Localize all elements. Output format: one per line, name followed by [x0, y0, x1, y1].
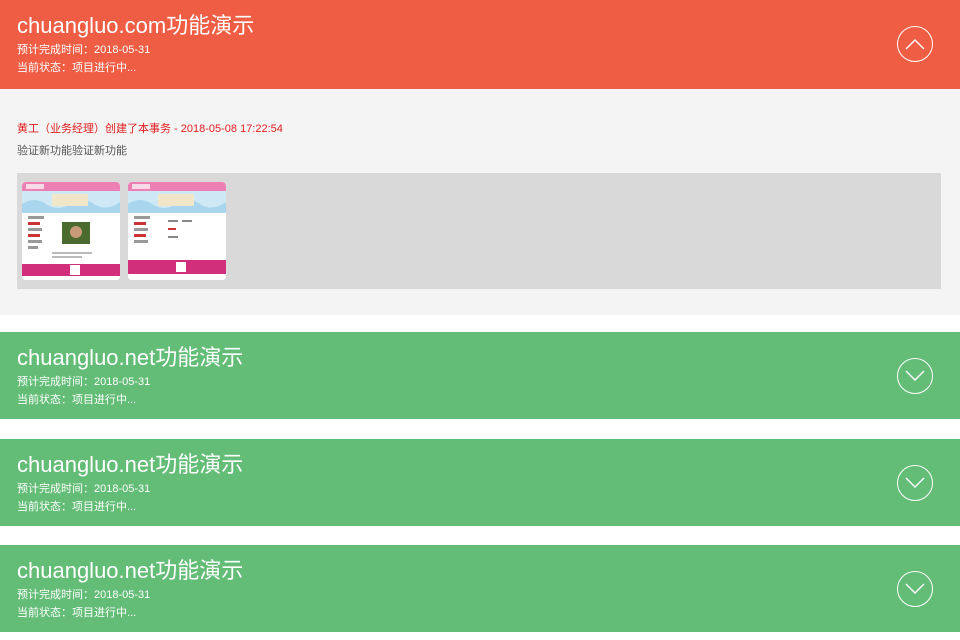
attachment-thumbnail-1[interactable] — [22, 182, 120, 280]
task-header-1[interactable]: chuangluo.com功能演示 预计完成时间：2018-05-31 当前状态… — [0, 0, 960, 89]
task-due-date: 预计完成时间：2018-05-31 — [17, 44, 151, 56]
task-status: 当前状态：项目进行中... — [17, 62, 137, 74]
screenshot-image — [22, 182, 120, 280]
expand-button[interactable] — [897, 465, 933, 501]
task-title: chuangluo.net功能演示 — [17, 345, 244, 370]
chevron-up-icon — [905, 39, 925, 50]
task-header-3[interactable]: chuangluo.net功能演示 预计完成时间：2018-05-31 当前状态… — [0, 439, 960, 526]
task-due-date: 预计完成时间：2018-05-31 — [17, 589, 151, 601]
screenshot-image — [128, 182, 226, 280]
attachment-thumbnail-2[interactable] — [128, 182, 226, 280]
expand-button[interactable] — [897, 358, 933, 394]
activity-log-entry: 黄工（业务经理）创建了本事务 - 2018-05-08 17:22:54 — [17, 123, 283, 135]
task-title: chuangluo.net功能演示 — [17, 452, 244, 477]
task-due-date: 预计完成时间：2018-05-31 — [17, 483, 151, 495]
task-status: 当前状态：项目进行中... — [17, 501, 137, 513]
collapse-button[interactable] — [897, 26, 933, 62]
expand-button[interactable] — [897, 571, 933, 607]
attachment-gallery — [17, 173, 941, 289]
task-due-date: 预计完成时间：2018-05-31 — [17, 376, 151, 388]
task-description: 验证新功能验证新功能 — [17, 145, 127, 157]
chevron-down-icon — [905, 477, 925, 488]
task-detail: 黄工（业务经理）创建了本事务 - 2018-05-08 17:22:54 验证新… — [0, 89, 960, 315]
task-header-4[interactable]: chuangluo.net功能演示 预计完成时间：2018-05-31 当前状态… — [0, 545, 960, 632]
task-title: chuangluo.net功能演示 — [17, 558, 244, 583]
task-title: chuangluo.com功能演示 — [17, 13, 255, 38]
task-status: 当前状态：项目进行中... — [17, 394, 137, 406]
task-status: 当前状态：项目进行中... — [17, 607, 137, 619]
chevron-down-icon — [905, 583, 925, 594]
task-header-2[interactable]: chuangluo.net功能演示 预计完成时间：2018-05-31 当前状态… — [0, 332, 960, 419]
chevron-down-icon — [905, 370, 925, 381]
